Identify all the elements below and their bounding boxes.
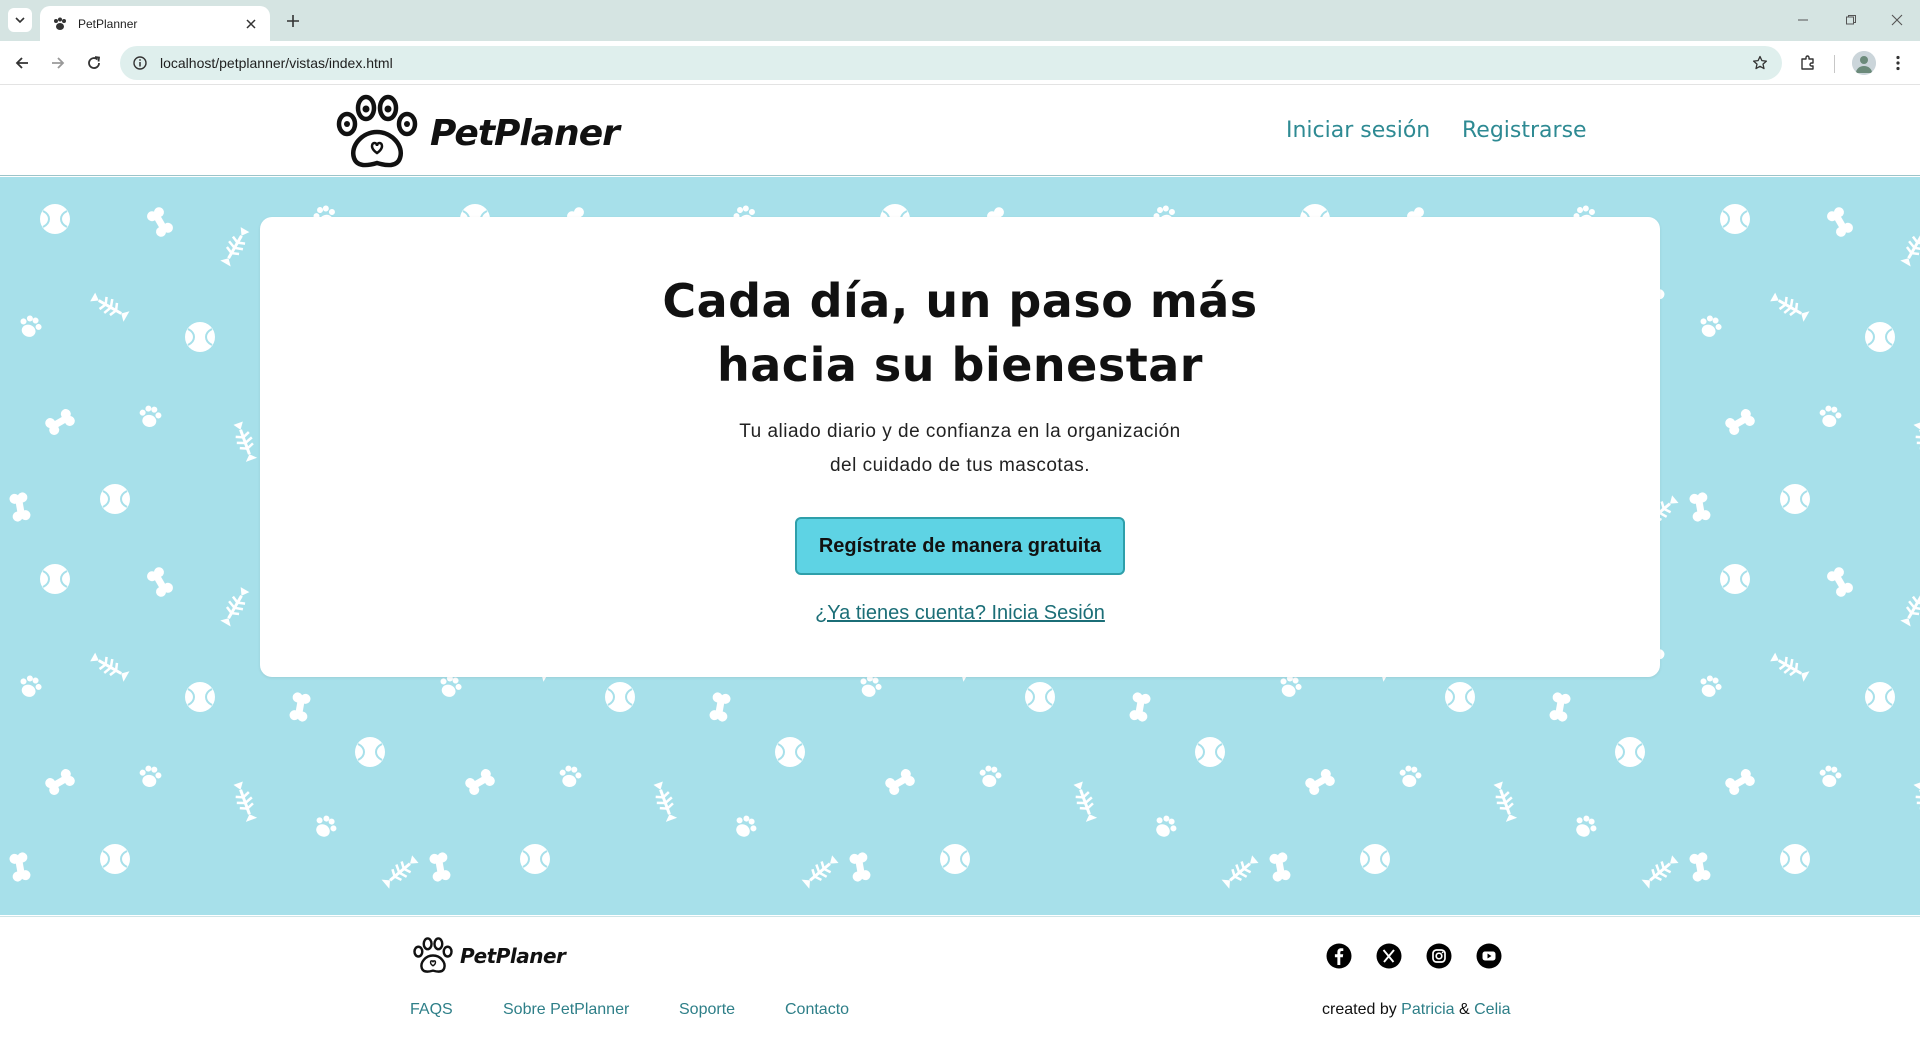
menu-button[interactable] <box>1886 51 1910 75</box>
browser-tab-bar: PetPlanner <box>0 0 1920 41</box>
kebab-menu-icon <box>1896 55 1900 71</box>
address-bar[interactable]: localhost/petplanner/vistas/index.html <box>120 46 1782 80</box>
footer-link-support[interactable]: Soporte <box>679 1001 735 1019</box>
bookmark-star-icon[interactable] <box>1748 51 1772 75</box>
back-button[interactable] <box>10 51 34 75</box>
subtext-line-2: del cuidado de tus mascotas. <box>829 455 1091 476</box>
browser-tab[interactable]: PetPlanner <box>40 6 270 41</box>
subtext-line-1: Tu aliado diario y de confianza en la or… <box>739 421 1181 442</box>
arrow-right-icon <box>52 57 65 69</box>
toolbar-separator <box>1834 55 1835 73</box>
hero-headline: Cada día, un paso más hacia su bienestar <box>260 269 1660 397</box>
reload-button[interactable] <box>82 51 106 75</box>
facebook-link[interactable] <box>1326 943 1352 969</box>
tab-title: PetPlanner <box>78 16 138 31</box>
hero-section: Cada día, un paso más hacia su bienestar… <box>0 177 1920 915</box>
youtube-icon <box>1476 943 1502 969</box>
browser-toolbar: localhost/petplanner/vistas/index.html <box>0 41 1920 85</box>
x-link[interactable] <box>1376 943 1402 969</box>
reload-icon <box>88 56 101 69</box>
author-patricia-link[interactable]: Patricia <box>1401 1001 1454 1018</box>
avatar-icon <box>1852 51 1876 75</box>
register-link[interactable]: Registrarse <box>1462 118 1587 143</box>
minimize-button[interactable] <box>1790 8 1816 32</box>
headline-line-1: Cada día, un paso más <box>662 274 1258 328</box>
puzzle-icon <box>1801 55 1814 70</box>
credits-ampersand: & <box>1458 1001 1470 1018</box>
headline-line-2: hacia su bienestar <box>717 338 1203 392</box>
restore-icon <box>1846 15 1856 25</box>
close-window-button[interactable] <box>1884 8 1910 32</box>
footer-link-faqs[interactable]: FAQS <box>410 1001 453 1019</box>
paw-logo-icon <box>413 937 453 973</box>
paw-logo-icon <box>336 94 418 168</box>
url-text[interactable]: localhost/petplanner/vistas/index.html <box>160 55 1748 71</box>
site-footer: PetPlaner FAQS Sobre PetPlanner Soporte … <box>0 916 1920 1038</box>
hero-card: Cada día, un paso más hacia su bienestar… <box>260 217 1660 677</box>
site-info-icon[interactable] <box>132 55 148 71</box>
arrow-left-icon <box>15 57 28 69</box>
tab-search-button[interactable] <box>8 8 32 32</box>
credits-prefix: created by <box>1322 1001 1397 1018</box>
site-logo[interactable]: PetPlaner <box>334 94 620 172</box>
forward-button[interactable] <box>46 51 70 75</box>
close-tab-icon[interactable] <box>242 15 260 33</box>
author-celia-link[interactable]: Celia <box>1474 1001 1510 1018</box>
paw-favicon-icon <box>52 16 68 32</box>
profile-avatar[interactable] <box>1852 51 1876 75</box>
have-account-login-link[interactable]: ¿Ya tienes cuenta? Inicia Sesión <box>260 602 1660 625</box>
logo-text: PetPlaner <box>430 112 620 154</box>
facebook-icon <box>1326 943 1352 969</box>
instagram-link[interactable] <box>1426 943 1452 969</box>
hero-subtext: Tu aliado diario y de confianza en la or… <box>260 415 1660 483</box>
footer-link-contact[interactable]: Contacto <box>785 1001 849 1019</box>
youtube-link[interactable] <box>1476 943 1502 969</box>
x-icon <box>1376 943 1402 969</box>
footer-logo[interactable]: PetPlaner <box>412 937 566 975</box>
instagram-icon <box>1426 943 1452 969</box>
register-free-button[interactable]: Regístrate de manera gratuita <box>795 517 1125 575</box>
credits: created by Patricia & Celia <box>1322 1001 1511 1019</box>
have-account-login-text[interactable]: ¿Ya tienes cuenta? Inicia Sesión <box>815 602 1105 624</box>
close-icon <box>1891 14 1903 26</box>
minimize-icon <box>1798 19 1808 21</box>
footer-logo-text: PetPlaner <box>460 944 566 968</box>
restore-button[interactable] <box>1838 8 1864 32</box>
footer-link-about[interactable]: Sobre PetPlanner <box>503 1001 629 1019</box>
plus-icon <box>287 15 299 27</box>
new-tab-button[interactable] <box>282 10 304 32</box>
chevron-down-icon <box>15 17 25 24</box>
login-link[interactable]: Iniciar sesión <box>1286 118 1430 143</box>
extensions-button[interactable] <box>1796 51 1820 75</box>
site-header: PetPlaner Iniciar sesión Registrarse <box>0 86 1920 176</box>
